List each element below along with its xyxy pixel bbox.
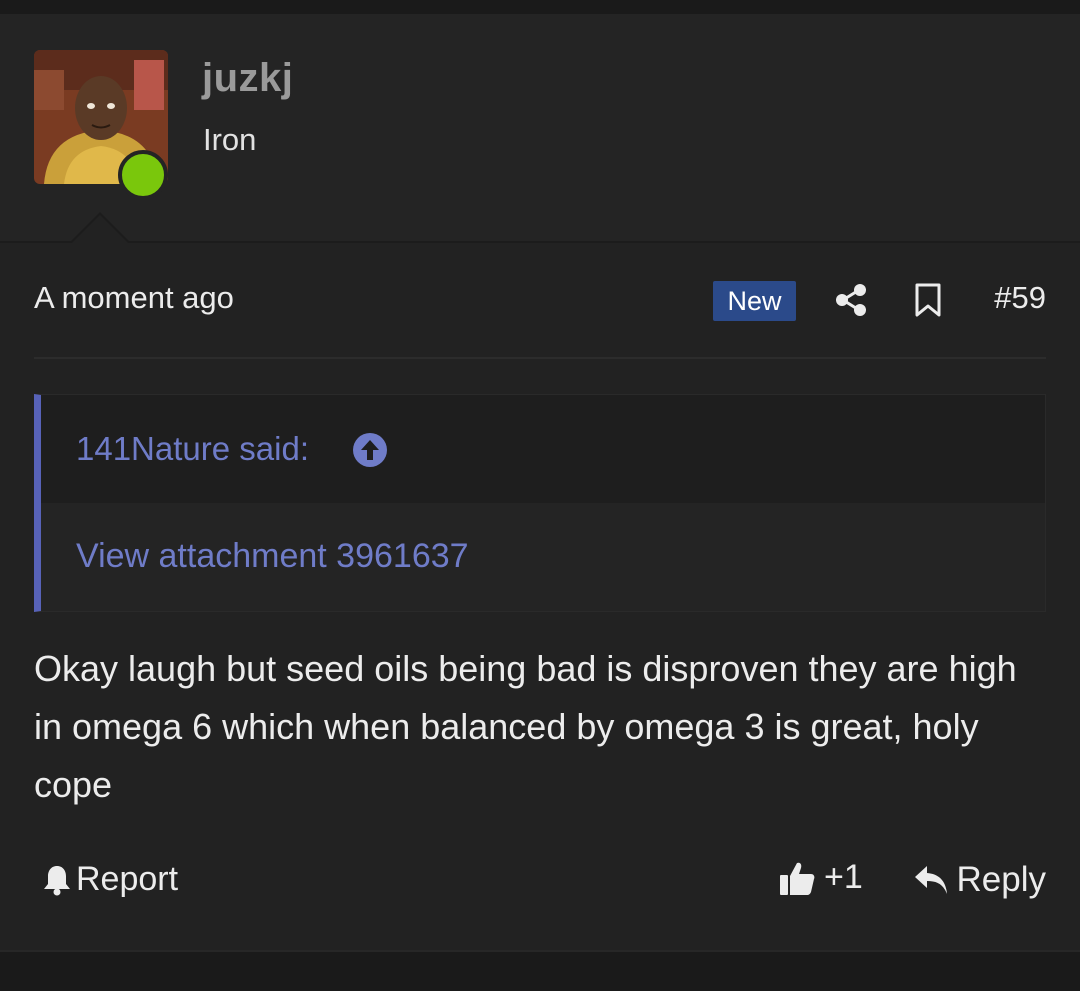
user-title: Iron xyxy=(203,122,257,157)
post-timestamp[interactable]: A moment ago xyxy=(34,280,234,316)
like-button[interactable]: +1 xyxy=(778,858,863,897)
username[interactable]: juzkj xyxy=(202,56,293,101)
forum-post: juzkj Iron A moment ago New #59 141Natur… xyxy=(0,16,1080,950)
reply-button[interactable]: Reply xyxy=(913,860,1046,900)
report-label: Report xyxy=(76,860,179,898)
meta-divider xyxy=(34,357,1046,359)
post-actions: Report +1 Reply xyxy=(34,854,1046,910)
new-badge: New xyxy=(713,281,796,321)
header-caret-fill xyxy=(72,215,128,243)
post-user-header: juzkj Iron xyxy=(0,16,1080,243)
share-icon[interactable] xyxy=(834,283,868,317)
quote-author-link[interactable]: 141Nature said: xyxy=(76,430,309,468)
quote-header: 141Nature said: xyxy=(41,395,1045,503)
post-message: Okay laugh but seed oils being bad is di… xyxy=(34,648,1017,805)
previous-post-edge xyxy=(0,0,1080,16)
online-status-indicator xyxy=(118,150,168,200)
bell-icon xyxy=(44,865,70,895)
attachment-link[interactable]: View attachment 3961637 xyxy=(76,537,469,576)
like-count: +1 xyxy=(824,858,863,896)
quote-block: 141Nature said: View attachment 3961637 xyxy=(34,394,1046,612)
next-post-edge xyxy=(0,950,1080,991)
reply-icon xyxy=(914,866,947,894)
reply-label: Reply xyxy=(956,860,1046,899)
post-number-link[interactable]: #59 xyxy=(994,280,1046,316)
thumbs-up-icon xyxy=(780,862,815,895)
post-meta-row: A moment ago New #59 xyxy=(34,274,1046,326)
report-button[interactable]: Report xyxy=(42,860,178,899)
arrow-up-circle-icon[interactable] xyxy=(352,432,388,468)
bookmark-icon[interactable] xyxy=(914,283,942,317)
quote-content: View attachment 3961637 xyxy=(41,503,1045,611)
